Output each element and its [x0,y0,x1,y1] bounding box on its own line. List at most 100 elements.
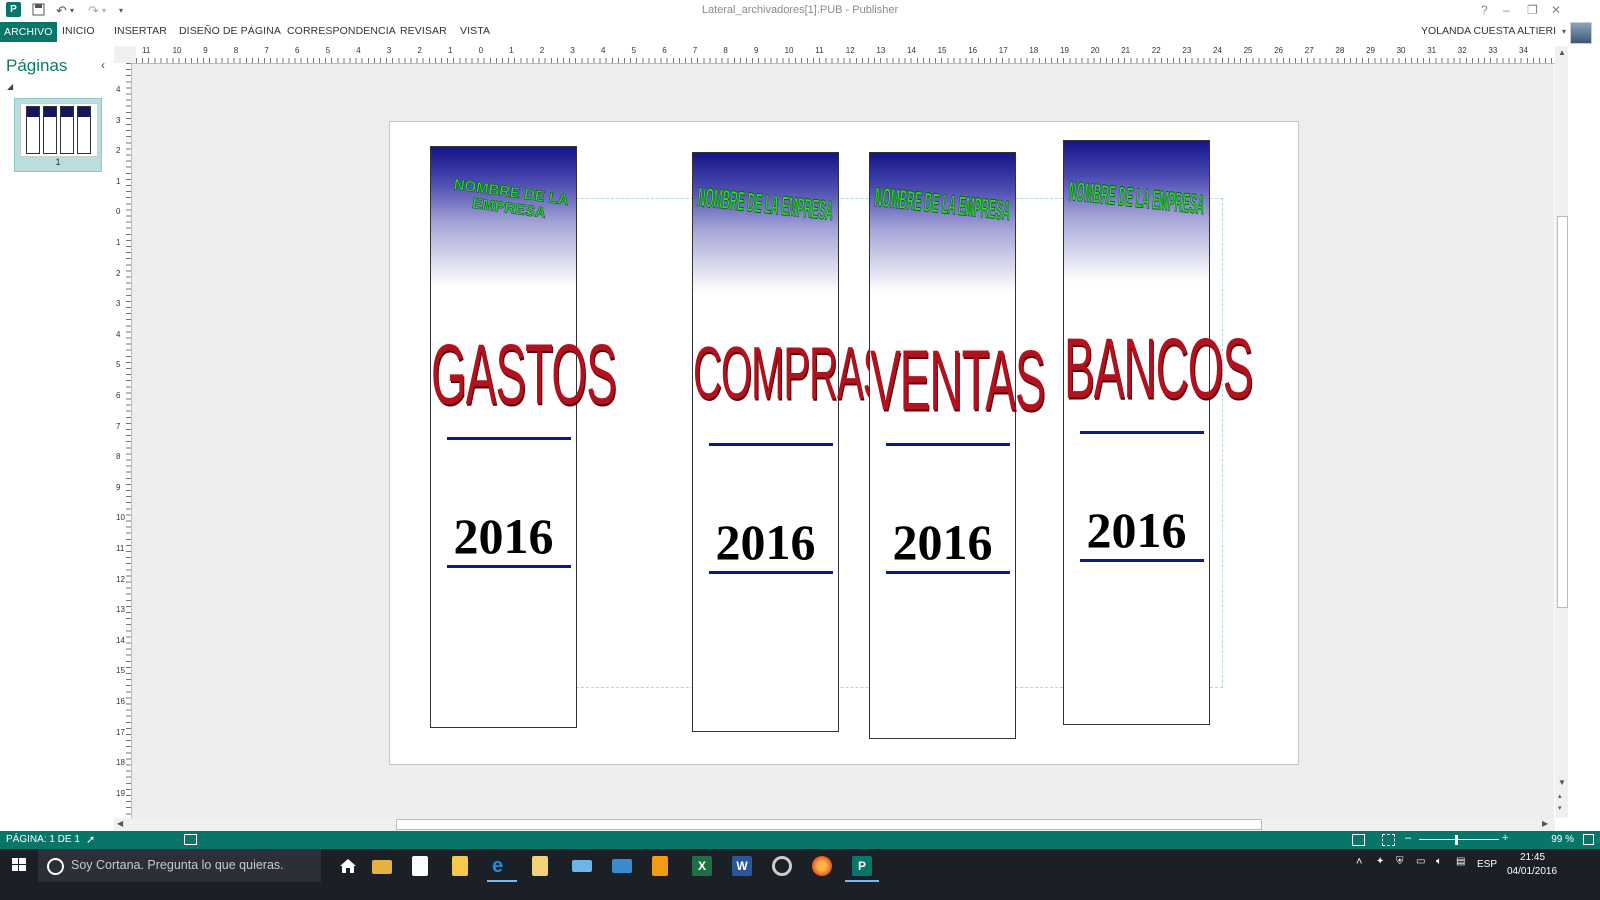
cortana-placeholder: Soy Cortana. Pregunta lo que quieras. [71,858,284,872]
ruler-number: 34 [1519,46,1528,55]
close-button[interactable]: ✕ [1551,3,1561,17]
page-status[interactable]: PÁGINA: 1 DE 1 [6,834,80,845]
language-indicator[interactable]: ESP [1477,859,1497,870]
ruler-number: 4 [116,85,121,94]
scroll-down-icon[interactable]: ▼ [1558,778,1566,787]
ruler-number: 14 [116,635,125,645]
scroll-up-icon[interactable]: ▲ [1558,48,1566,57]
mail-icon[interactable] [612,859,632,873]
spine-bancos[interactable]: NOMBRE DE LA EMPRESA BANCOS 2016 [1063,140,1253,725]
thumbnail-spine [43,106,57,154]
store-icon[interactable] [412,856,428,876]
year-text[interactable]: 2016 [431,507,576,565]
spine-gastos[interactable]: NOMBRE DE LA EMPRESA GASTOS 2016 [430,146,617,728]
ruler-number: 8 [233,46,239,55]
year-text[interactable]: 2016 [693,513,838,571]
ruler-number: 16 [116,697,125,706]
ruler-number: 13 [116,605,125,615]
avatar[interactable] [1570,22,1592,44]
title-bar: P ↶ ▾ ↷ ▾ ▾ Lateral_archivadores[1].PUB … [0,0,1600,22]
user-dropdown-icon[interactable]: ▾ [1562,27,1566,36]
page-thumbnail[interactable]: 1 [14,98,102,172]
network-icon[interactable]: ▭ [1416,856,1425,867]
year-text[interactable]: 2016 [870,513,1015,571]
single-page-view-icon[interactable] [1352,834,1365,846]
scroll-left-icon[interactable]: ◀ [117,819,123,828]
restore-button[interactable]: ❐ [1527,3,1538,17]
ruler-number: 10 [172,46,182,55]
excel-icon[interactable]: X [692,856,712,876]
notifications-icon[interactable]: ▤ [1456,856,1465,867]
fit-page-icon[interactable] [1583,834,1594,845]
home-icon[interactable] [338,856,358,876]
ruler-number: 28 [1335,46,1345,55]
section-expand-icon[interactable]: ◢ [7,82,13,91]
ruler-number: 11 [116,544,125,553]
previous-page-icon[interactable]: ▴ [1558,792,1562,800]
word-icon[interactable]: W [732,856,752,876]
cursor-icon: ➚ [86,834,96,846]
year-text[interactable]: 2016 [1064,501,1209,559]
vertical-scroll-thumb[interactable] [1557,216,1568,608]
volume-icon[interactable]: 🔈︎ [1436,856,1442,867]
minimize-button[interactable]: – [1503,3,1510,17]
two-page-view-icon[interactable] [1382,834,1395,846]
spine-label[interactable]: BANCOS [1064,318,1253,418]
zoom-slider[interactable] [1419,839,1499,840]
folder-icon[interactable] [452,856,468,876]
collapse-pane-icon[interactable]: ‹ [101,58,105,72]
horizontal-ruler[interactable]: 11 10 9 8 7 6 5 4 3 2 1 0 1 2 3 4 5 6 7 8 9 10 11 12 13 14 15 16 17 1… [136,46,1555,64]
media-player-icon[interactable] [772,856,792,876]
help-icon[interactable]: ? [1481,3,1488,17]
spine-label[interactable]: VENTAS [870,330,1046,430]
layout-icon[interactable] [184,834,197,845]
ruler-number: 11 [142,46,151,55]
tab-archivo[interactable]: ARCHIVO [0,22,57,42]
tab-correspondencia[interactable]: CORRESPONDENCIA [287,25,396,37]
spine-label[interactable]: COMPRAS [693,334,889,417]
user-name[interactable]: YOLANDA CUESTA ALTIERI [1421,25,1556,37]
edge-icon[interactable]: e [492,856,512,876]
show-hidden-icons-icon[interactable]: ˄ [1356,856,1362,868]
ruler-number: 9 [754,46,759,55]
thumbnail-spine [77,106,91,154]
zoom-level[interactable]: 99 % [1551,834,1574,845]
zoom-slider-thumb[interactable] [1455,835,1458,845]
vertical-scrollbar[interactable]: ▲ ▼ ▴ ▾ [1555,46,1568,818]
antivirus-icon[interactable]: ⛨ [1396,856,1404,867]
tab-diseno-de-pagina[interactable]: DISEÑO DE PÁGINA [179,25,281,37]
notes-icon[interactable] [652,856,668,876]
ruler-number: 24 [1213,46,1222,55]
documents-icon[interactable] [532,856,548,876]
network-drive-icon[interactable] [572,860,592,872]
horizontal-scroll-thumb[interactable] [396,819,1262,830]
zoom-out-button[interactable]: – [1405,832,1411,844]
ruler-number: 33 [1488,46,1498,55]
firefox-icon[interactable] [812,856,832,876]
scroll-right-icon[interactable]: ▶ [1542,819,1548,828]
spine-label[interactable]: GASTOS [431,324,617,424]
ruler-number: 2 [116,268,121,278]
thumbnail-page [20,103,98,157]
clock-time[interactable]: 21:45 [1520,852,1545,863]
horizontal-scrollbar[interactable]: ◀ ▶ [114,818,1555,831]
tab-insertar[interactable]: INSERTAR [114,25,167,37]
file-explorer-icon[interactable] [372,860,392,874]
spine-compras[interactable]: NOMBRE DE LA EMPRESA COMPRAS 2016 [692,152,889,732]
clock-date[interactable]: 04/01/2016 [1507,866,1557,877]
cortana-search[interactable]: Soy Cortana. Pregunta lo que quieras. [38,849,321,882]
zoom-in-button[interactable]: + [1502,832,1508,844]
tab-revisar[interactable]: REVISAR [400,25,447,37]
ruler-number: 13 [876,46,886,55]
ruler-number: 10 [116,513,125,523]
next-page-icon[interactable]: ▾ [1558,804,1562,812]
publisher-taskbar-icon[interactable]: P [852,856,872,876]
vertical-ruler[interactable]: 4 3 2 1 0 1 2 3 4 5 6 7 8 9 10 11 12 13 14 15 16 17 18 19 [114,63,132,818]
dropbox-icon[interactable]: ✦ [1376,856,1384,867]
tab-vista[interactable]: VISTA [460,25,490,37]
tab-inicio[interactable]: INICIO [62,25,95,37]
ruler-number: 23 [1182,46,1192,55]
ruler-number: 17 [116,727,125,737]
spine-ventas[interactable]: NOMBRE DE LA EMPRESA VENTAS 2016 [869,152,1046,739]
windows-start-button[interactable] [0,849,38,882]
